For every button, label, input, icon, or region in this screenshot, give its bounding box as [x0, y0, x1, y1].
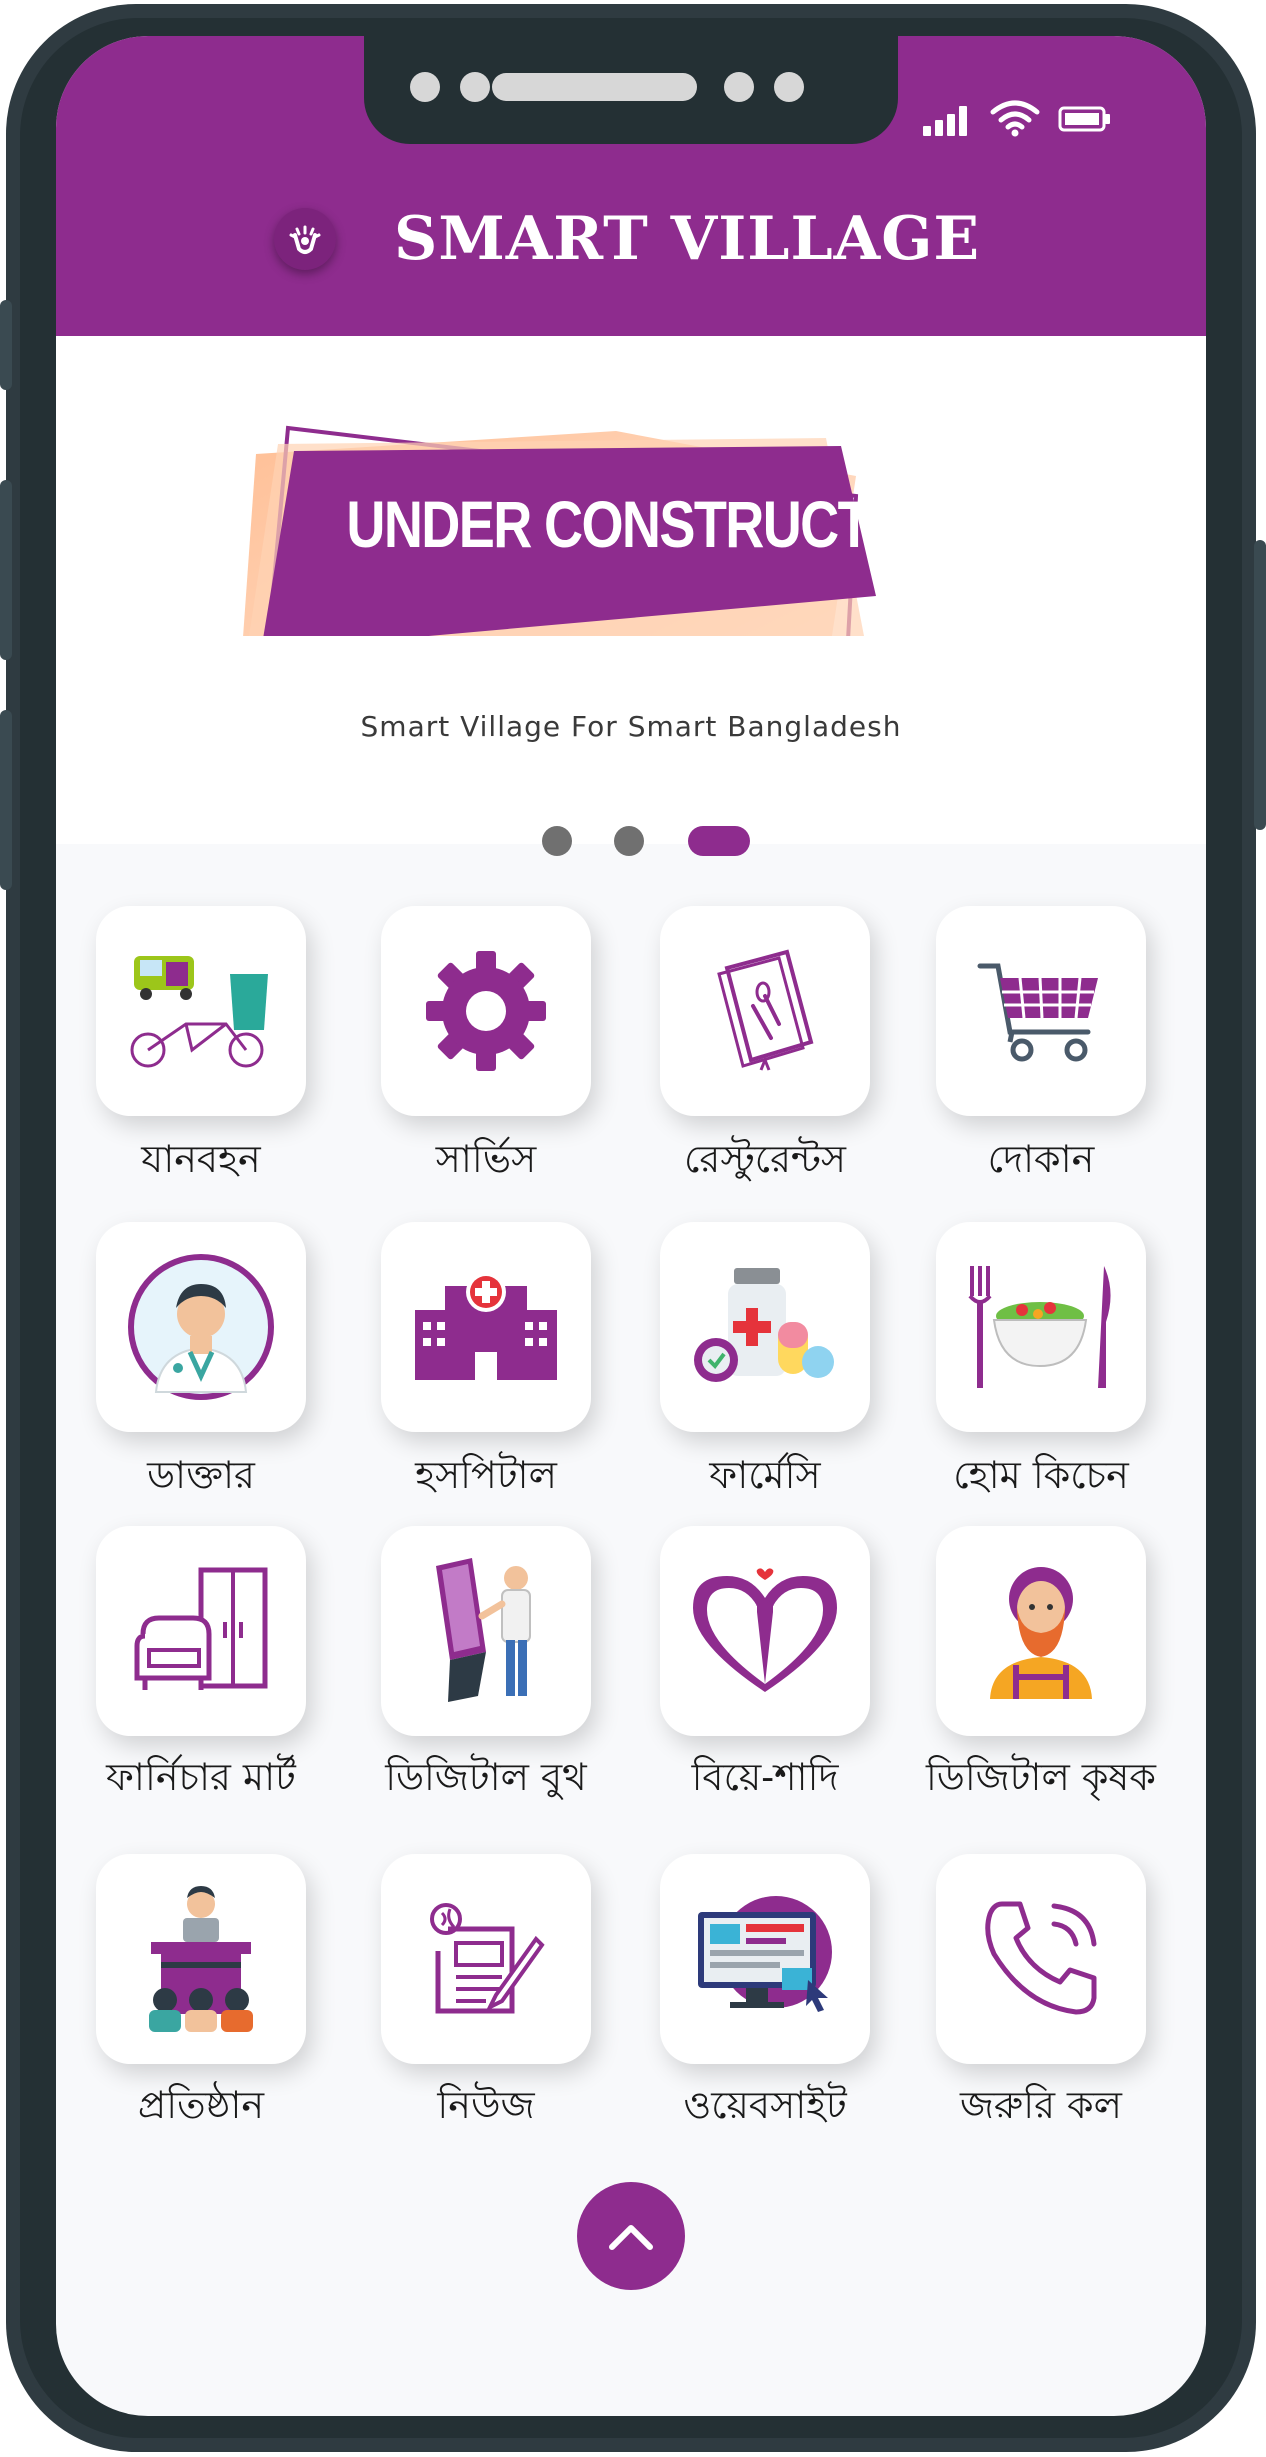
phone-side-button [0, 300, 12, 390]
signal-icon [923, 98, 977, 138]
banner-text: UNDER CONSTRUCTION [346, 487, 962, 561]
carousel-dot[interactable] [614, 826, 644, 856]
camera-dot [410, 72, 440, 102]
hand-logo-icon [274, 208, 336, 270]
service-label: যানবহন [141, 1137, 261, 1181]
institution-icon [149, 1886, 253, 2032]
service-tile-shop[interactable] [936, 906, 1146, 1116]
service-tile-pharmacy[interactable] [660, 1222, 870, 1432]
service-tile-news[interactable] [381, 1854, 591, 2064]
phone-volume-up-button [0, 480, 12, 660]
service-label: নিউজ [437, 2083, 535, 2127]
service-tile-home-kitchen[interactable] [936, 1222, 1146, 1432]
home-kitchen-icon [968, 1266, 1111, 1388]
carousel-indicator [56, 824, 1206, 858]
wifi-icon [990, 98, 1040, 138]
service-label: ওয়েবসাইট [683, 2083, 847, 2127]
tagline: Smart Village For Smart Bangladesh [360, 710, 902, 743]
banner-slide[interactable]: UNDER CONSTRUCTION [56, 336, 1206, 844]
service-tile-emergency-call[interactable] [936, 1854, 1146, 2064]
service-tile-digital-farmer[interactable] [936, 1526, 1146, 1736]
wedding-heart-icon [693, 1568, 837, 1692]
service-label: সার্ভিস [435, 1137, 537, 1181]
gear-icon [426, 951, 546, 1071]
service-tile-furniture[interactable] [96, 1526, 306, 1736]
app-title: SMART VILLAGE [394, 204, 981, 274]
service-label: জরুরি কল [960, 2083, 1122, 2127]
service-tile-hospital[interactable] [381, 1222, 591, 1432]
service-tile-transport[interactable] [96, 906, 306, 1116]
service-tile-digital-booth[interactable] [381, 1526, 591, 1736]
app-screen: SMART VILLAGE UNDER CONSTRUCTION Smart V… [56, 36, 1206, 2416]
chevron-up-icon [609, 2225, 653, 2250]
phone-volume-down-button [0, 710, 12, 890]
service-label: বিয়ে-শাদি [691, 1755, 839, 1799]
service-tile-doctor[interactable] [96, 1222, 306, 1432]
phone-power-button [1254, 540, 1266, 830]
service-label: ডাক্তার [147, 1453, 255, 1497]
carousel-dot-active[interactable] [688, 826, 750, 856]
hospital-icon [415, 1272, 557, 1380]
service-tile-wedding[interactable] [660, 1526, 870, 1736]
sensor-dot [460, 72, 490, 102]
service-label: ডিজিটাল বুথ [385, 1755, 587, 1799]
service-tile-institution[interactable] [96, 1854, 306, 2064]
brand: SMART VILLAGE [274, 204, 981, 274]
restaurant-menu-icon [717, 949, 814, 1071]
sensor-dot [774, 72, 804, 102]
sensor-dot [724, 72, 754, 102]
digital-booth-icon [436, 1558, 531, 1702]
service-label: ডিজিটাল কৃষক [926, 1755, 1156, 1799]
phone-notch [364, 36, 898, 144]
phone-call-icon [985, 1901, 1097, 2015]
service-label: রেস্টুরেন্টস [684, 1137, 846, 1181]
speaker-grille [492, 73, 697, 101]
news-icon [430, 1903, 545, 2014]
farmer-icon [990, 1567, 1092, 1699]
service-label: দোকান [987, 1137, 1095, 1181]
service-tile-service[interactable] [381, 906, 591, 1116]
service-tile-restaurants[interactable] [660, 906, 870, 1116]
service-label: হসপিটাল [415, 1453, 557, 1497]
transport-icon [130, 956, 268, 1068]
website-icon [698, 1896, 832, 2012]
service-label: ফার্নিচার মার্ট [106, 1755, 296, 1799]
doctor-icon [128, 1254, 274, 1400]
service-label: ফার্মেসি [709, 1453, 821, 1497]
battery-icon [1058, 98, 1112, 138]
furniture-icon [134, 1567, 268, 1690]
shopping-cart-icon [977, 963, 1098, 1062]
pharmacy-icon [694, 1268, 834, 1382]
service-label: হোম কিচেন [953, 1453, 1129, 1497]
carousel-dot[interactable] [542, 826, 572, 856]
service-label: প্রতিষ্ঠান [137, 2083, 265, 2127]
scroll-to-top-button[interactable] [577, 2182, 685, 2290]
service-tile-website[interactable] [660, 1854, 870, 2064]
